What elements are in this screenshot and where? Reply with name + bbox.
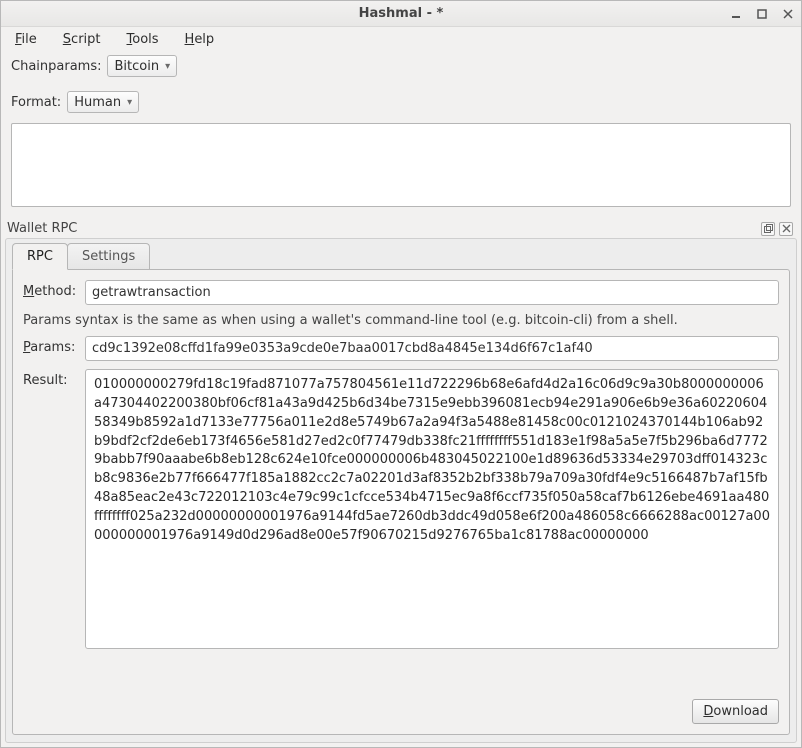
tab-pane-rpc: Method: Params syntax is the same as whe…: [12, 269, 790, 735]
chainparams-label: Chainparams:: [11, 59, 101, 74]
tab-rpc[interactable]: RPC: [12, 243, 68, 270]
result-output[interactable]: 010000000279fd18c19fad871077a757804561e1…: [85, 369, 779, 649]
window-controls: [729, 7, 795, 21]
chainparams-row: Chainparams: Bitcoin ▾: [1, 51, 801, 81]
params-input[interactable]: [85, 336, 779, 361]
app-window: Hashmal - * File Script Tools Help Chain…: [0, 0, 802, 748]
method-label: Method:: [23, 280, 77, 299]
wallet-rpc-title: Wallet RPC: [7, 221, 77, 236]
chevron-down-icon: ▾: [127, 97, 132, 108]
format-select[interactable]: Human ▾: [67, 91, 139, 113]
titlebar: Hashmal - *: [1, 1, 801, 27]
menu-tools[interactable]: Tools: [121, 30, 165, 49]
footer-row: Download: [23, 689, 779, 724]
method-row: Method:: [23, 280, 779, 305]
tab-settings[interactable]: Settings: [67, 243, 150, 270]
close-icon[interactable]: [781, 7, 795, 21]
chevron-down-icon: ▾: [165, 61, 170, 72]
format-label: Format:: [11, 95, 61, 110]
tabs: RPC Settings: [12, 243, 796, 270]
result-row: Result: 010000000279fd18c19fad871077a757…: [23, 369, 779, 681]
format-row: Format: Human ▾: [1, 87, 801, 117]
format-value: Human: [74, 95, 121, 110]
menubar: File Script Tools Help: [1, 27, 801, 51]
result-label: Result:: [23, 369, 77, 388]
minimize-icon[interactable]: [729, 7, 743, 21]
close-panel-icon[interactable]: [779, 222, 793, 236]
menu-help[interactable]: Help: [179, 30, 221, 49]
menu-script[interactable]: Script: [57, 30, 107, 49]
maximize-icon[interactable]: [755, 7, 769, 21]
wallet-rpc-panel: RPC Settings Method: Params syntax is th…: [5, 238, 797, 743]
menu-file[interactable]: File: [9, 30, 43, 49]
chainparams-select[interactable]: Bitcoin ▾: [107, 55, 177, 77]
params-row: Params:: [23, 336, 779, 361]
chainparams-value: Bitcoin: [114, 59, 159, 74]
params-label: Params:: [23, 336, 77, 355]
download-button[interactable]: Download: [692, 699, 779, 724]
script-input[interactable]: [11, 123, 791, 207]
method-input[interactable]: [85, 280, 779, 305]
restore-panel-icon[interactable]: [761, 222, 775, 236]
window-title: Hashmal - *: [1, 6, 801, 21]
params-hint: Params syntax is the same as when using …: [23, 313, 779, 328]
